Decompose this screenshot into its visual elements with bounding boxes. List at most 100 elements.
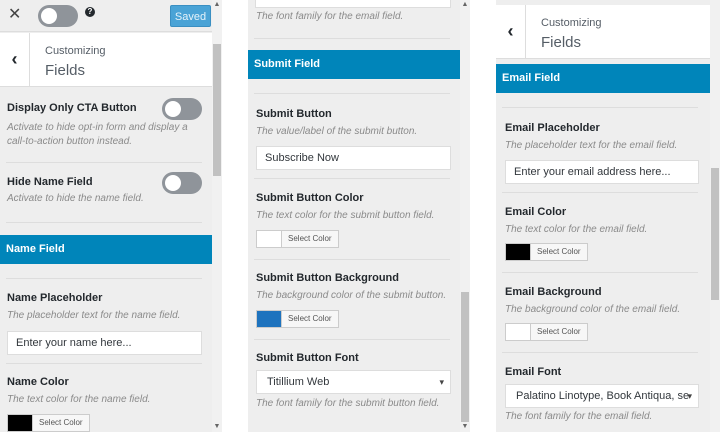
toggle-knob: [41, 8, 57, 24]
saved-button[interactable]: Saved: [170, 5, 211, 27]
control-description: The font family for the submit button fi…: [256, 398, 440, 409]
email-font-select[interactable]: Palatino Linotype, Book Antiqua, se ▾: [505, 384, 699, 408]
divider: [6, 363, 202, 364]
customizer-panel-submit: The font family for the email field. Sub…: [248, 0, 470, 432]
section-header: ‹ Customizing Fields: [0, 33, 212, 87]
hide-name-toggle[interactable]: [162, 172, 202, 194]
name-placeholder-control: Name Placeholder The placeholder text fo…: [0, 292, 212, 323]
scroll-up-arrow[interactable]: ▲: [212, 0, 222, 10]
scroll-up-arrow[interactable]: ▲: [460, 0, 470, 10]
scroll-down-arrow[interactable]: ▼: [460, 422, 470, 432]
submit-background-picker[interactable]: Select Color: [256, 310, 339, 328]
divider: [502, 192, 698, 193]
customizer-panel-fields: ✕ ? Saved ‹ Customizing Fields Display O…: [0, 0, 222, 432]
color-swatch: [506, 244, 530, 260]
email-background-picker[interactable]: Select Color: [505, 323, 588, 341]
submit-button-input[interactable]: Subscribe Now: [256, 146, 451, 170]
back-button[interactable]: ‹: [496, 5, 526, 59]
control-title: Submit Button Font: [256, 352, 359, 364]
select-color-label: Select Color: [281, 311, 338, 327]
email-font-select-partial[interactable]: [255, 0, 451, 8]
name-color-picker[interactable]: Select Color: [7, 414, 90, 432]
control-description: The background color of the submit butto…: [256, 290, 447, 301]
color-swatch: [8, 415, 32, 431]
select-color-label: Select Color: [281, 231, 338, 247]
toggle-knob: [165, 101, 181, 117]
submit-color-control: Submit Button Color The text color for t…: [248, 192, 460, 223]
email-color-picker[interactable]: Select Color: [505, 243, 588, 261]
divider: [502, 272, 698, 273]
chevron-down-icon: ▾: [439, 377, 444, 387]
color-swatch: [257, 311, 281, 327]
back-button[interactable]: ‹: [0, 33, 30, 87]
select-color-label: Select Color: [530, 324, 587, 340]
section-header: ‹ Customizing Fields: [496, 5, 710, 59]
control-description: The text color for the email field.: [505, 224, 648, 235]
email-placeholder-control: Email Placeholder The placeholder text f…: [496, 122, 708, 153]
divider: [6, 278, 202, 279]
name-placeholder-input[interactable]: Enter your name here...: [7, 331, 202, 355]
control-description: The placeholder text for the name field.: [7, 310, 181, 321]
submit-color-picker[interactable]: Select Color: [256, 230, 339, 248]
email-color-control: Email Color The text color for the email…: [496, 206, 708, 237]
control-title: Email Font: [505, 366, 562, 378]
divider: [254, 339, 450, 340]
control-description: Activate to hide opt-in form and display…: [7, 122, 188, 147]
color-swatch: [257, 231, 281, 247]
email-placeholder-input[interactable]: Enter your email address here...: [505, 160, 699, 184]
control-description: The text color for the name field.: [7, 394, 151, 405]
customizing-label: Customizing: [45, 45, 106, 57]
select-color-label: Select Color: [530, 244, 587, 260]
control-title: Name Placeholder: [7, 292, 103, 304]
select-value: Titillium Web: [267, 376, 330, 388]
control-description: Activate to hide the name field.: [7, 193, 144, 204]
control-description: The value/label of the submit button.: [256, 126, 418, 137]
name-field-heading: Name Field: [0, 235, 212, 264]
customizing-label: Customizing: [541, 17, 602, 29]
submit-font-select[interactable]: Titillium Web ▾: [256, 370, 451, 394]
scrollbar-thumb[interactable]: [711, 168, 719, 300]
divider: [502, 107, 698, 108]
control-description: The text color for the submit button fie…: [256, 210, 435, 221]
control-title: Email Placeholder: [505, 122, 600, 134]
display-cta-toggle[interactable]: [162, 98, 202, 120]
divider: [254, 93, 450, 94]
email-field-heading: Email Field: [496, 64, 710, 93]
customizer-header-bar: ✕ ? Saved: [0, 0, 212, 32]
customizer-panel-email: ‹ Customizing Fields Email Field Email P…: [496, 0, 720, 432]
select-color-label: Select Color: [32, 415, 89, 431]
chevron-left-icon: ‹: [507, 21, 514, 41]
toggle-knob: [165, 175, 181, 191]
close-icon[interactable]: ✕: [8, 6, 21, 24]
control-description: The background color of the email field.: [505, 304, 681, 315]
divider: [6, 162, 202, 163]
color-swatch: [506, 324, 530, 340]
divider: [254, 38, 450, 39]
divider: [254, 259, 450, 260]
control-title: Email Background: [505, 286, 602, 298]
section-title: Fields: [45, 62, 86, 79]
scrollbar-thumb[interactable]: [213, 44, 221, 176]
control-title: Submit Button Background: [256, 272, 399, 284]
divider: [6, 222, 202, 223]
email-font-control: Email Font: [496, 366, 708, 378]
submit-background-control: Submit Button Background The background …: [248, 272, 460, 303]
control-description: The font family for the email field.: [505, 411, 653, 422]
submit-font-control: Submit Button Font: [248, 352, 460, 364]
control-title: Display Only CTA Button: [7, 102, 137, 114]
scrollbar-thumb[interactable]: [461, 292, 469, 422]
section-title: Fields: [541, 34, 582, 51]
email-background-control: Email Background The background color of…: [496, 286, 708, 317]
scroll-down-arrow[interactable]: ▼: [212, 422, 222, 432]
preview-toggle[interactable]: [38, 5, 78, 27]
control-description: The placeholder text for the email field…: [505, 140, 678, 151]
control-title: Submit Button: [256, 108, 332, 120]
control-title: Submit Button Color: [256, 192, 364, 204]
divider: [254, 178, 450, 179]
scrollbar[interactable]: ▲ ▼: [212, 0, 222, 432]
help-icon[interactable]: ?: [85, 7, 95, 17]
control-description: The font family for the email field.: [256, 11, 404, 22]
scrollbar[interactable]: ▲ ▼: [460, 0, 470, 432]
scrollbar[interactable]: [710, 0, 720, 432]
control-title: Email Color: [505, 206, 567, 218]
